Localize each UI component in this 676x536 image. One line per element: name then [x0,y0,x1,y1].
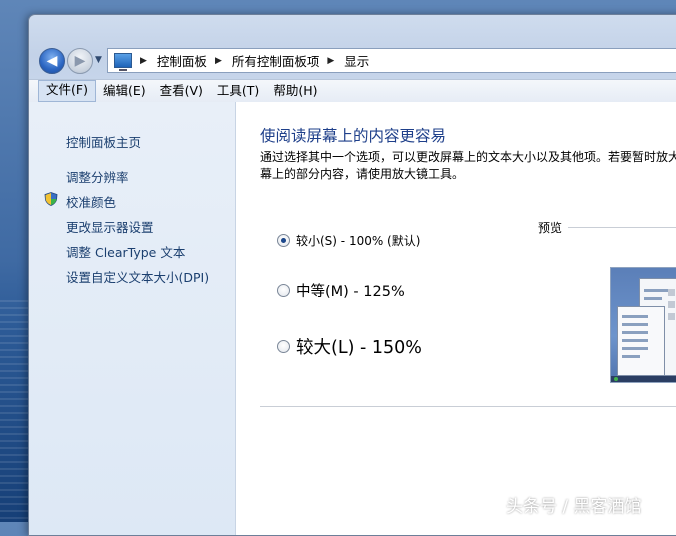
option-medium[interactable]: 中等(M) - 125% [277,280,405,301]
breadcrumb-separator-icon[interactable]: ▶ [140,56,147,66]
menu-file[interactable]: 文件(F) [38,80,96,102]
task-pane: 控制面板主页 调整分辨率 校准颜色 更改显示器设置 调整 ClearType 文… [29,102,236,535]
menu-tools[interactable]: 工具(T) [210,81,266,101]
menu-edit[interactable]: 编辑(E) [96,81,153,101]
option-larger[interactable]: 较大(L) - 150% [277,334,422,359]
watermark-text: 头条号 / 黑客酒馆 [506,497,642,517]
address-box[interactable]: ▶ 控制面板 ▶ 所有控制面板项 ▶ 显示 [107,48,676,73]
preview-taskbar [611,376,676,382]
content-divider [260,406,676,407]
main-content: 使阅读屏幕上的内容更容易 通过选择其中一个选项，可以更改屏幕上的文本大小以及其他… [236,102,676,535]
forward-button[interactable]: ▶ [67,48,93,74]
breadcrumb-all-items[interactable]: 所有控制面板项 [232,51,320,70]
breadcrumb-separator-icon[interactable]: ▶ [215,56,222,66]
breadcrumb-separator-icon[interactable]: ▶ [327,56,334,66]
chevron-down-icon: ▼ [95,55,102,65]
preview-window-front [617,306,665,376]
custom-dpi-link[interactable]: 设置自定义文本大小(DPI) [66,267,209,286]
control-panel-window: ◀ ▶ ▼ ▶ 控制面板 ▶ 所有控制面板项 ▶ 显示 文件(F) 编辑(E) … [28,14,676,536]
recent-pages-dropdown[interactable]: ▼ [95,55,102,65]
breadcrumb-control-panel[interactable]: 控制面板 [157,51,207,70]
title-bar[interactable] [29,15,676,43]
menu-bar: 文件(F) 编辑(E) 查看(V) 工具(T) 帮助(H) [29,79,676,103]
calibrate-color-link[interactable]: 校准颜色 [66,192,116,211]
control-panel-home-link[interactable]: 控制面板主页 [66,132,141,151]
option-medium-label: 中等(M) - 125% [296,284,405,300]
arrow-right-icon: ▶ [74,53,86,69]
menu-view[interactable]: 查看(V) [153,81,210,101]
adjust-cleartype-link[interactable]: 调整 ClearType 文本 [66,242,185,261]
option-smaller[interactable]: 较小(S) - 100% (默认) [277,232,420,249]
breadcrumb-display[interactable]: 显示 [344,51,369,70]
preview-image [610,267,676,383]
change-display-settings-link[interactable]: 更改显示器设置 [66,217,154,236]
radio-medium[interactable] [277,284,290,297]
back-button[interactable]: ◀ [39,48,65,74]
page-description: 通过选择其中一个选项，可以更改屏幕上的文本大小以及其他项。若要暂时放大屏幕上的部… [260,150,676,181]
preview-label: 预览 [538,221,563,235]
arrow-left-icon: ◀ [46,53,58,69]
page-title: 使阅读屏幕上的内容更容易 [260,127,447,145]
control-panel-icon [114,53,132,71]
option-larger-label: 较大(L) - 150% [296,338,422,358]
preview-separator [568,227,676,228]
adjust-resolution-link[interactable]: 调整分辨率 [66,167,129,186]
option-smaller-label: 较小(S) - 100% (默认) [296,234,421,248]
radio-smaller[interactable] [277,234,290,247]
shield-icon [44,192,58,206]
radio-larger[interactable] [277,340,290,353]
menu-help[interactable]: 帮助(H) [266,81,324,101]
address-bar-area: ◀ ▶ ▼ ▶ 控制面板 ▶ 所有控制面板项 ▶ 显示 [37,45,676,75]
